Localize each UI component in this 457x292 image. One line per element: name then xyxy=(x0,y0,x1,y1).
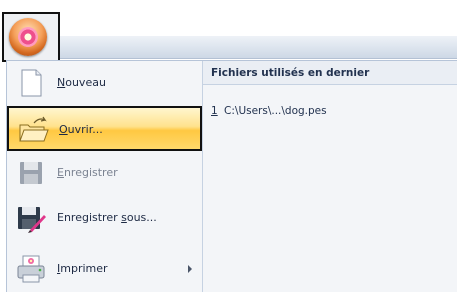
menu-item-label: Ouvrir... xyxy=(59,123,103,136)
print-icon xyxy=(15,253,47,285)
recent-file-item[interactable]: 1 C:\Users\...\dog.pes xyxy=(211,105,327,117)
recent-file-index: 1 xyxy=(211,105,218,117)
new-document-icon xyxy=(15,67,47,99)
menu-item-label: Enregistrer xyxy=(57,166,118,179)
application-button[interactable] xyxy=(2,12,60,62)
menu-item-save[interactable]: Enregistrer xyxy=(7,151,202,196)
menu-item-print[interactable]: Imprimer xyxy=(7,247,202,292)
recent-file-path: C:\Users\...\dog.pes xyxy=(224,105,327,117)
ribbon-tab-strip xyxy=(60,36,457,59)
submenu-arrow-icon xyxy=(188,265,192,273)
recent-files-pane: Fichiers utilisés en dernier 1 C:\Users\… xyxy=(202,61,457,292)
menu-item-open[interactable]: Ouvrir... xyxy=(7,106,202,151)
application-menu: Nouveau Ouvrir... Enregistrer Enregistre… xyxy=(6,60,457,292)
menu-item-new[interactable]: Nouveau xyxy=(7,61,202,106)
app-orb-flower-icon xyxy=(9,18,47,56)
save-disk-icon xyxy=(15,157,47,189)
menu-item-label: Nouveau xyxy=(57,76,106,89)
open-folder-icon xyxy=(17,114,49,146)
menu-item-save-as[interactable]: Enregistrer sous... xyxy=(7,196,202,241)
menu-item-label: Enregistrer sous... xyxy=(57,211,157,224)
menu-item-label: Imprimer xyxy=(57,262,108,275)
recent-files-header: Fichiers utilisés en dernier xyxy=(203,61,457,85)
menu-commands-pane: Nouveau Ouvrir... Enregistrer Enregistre… xyxy=(7,61,202,292)
flower-icon xyxy=(18,27,38,47)
save-as-icon xyxy=(15,202,47,234)
